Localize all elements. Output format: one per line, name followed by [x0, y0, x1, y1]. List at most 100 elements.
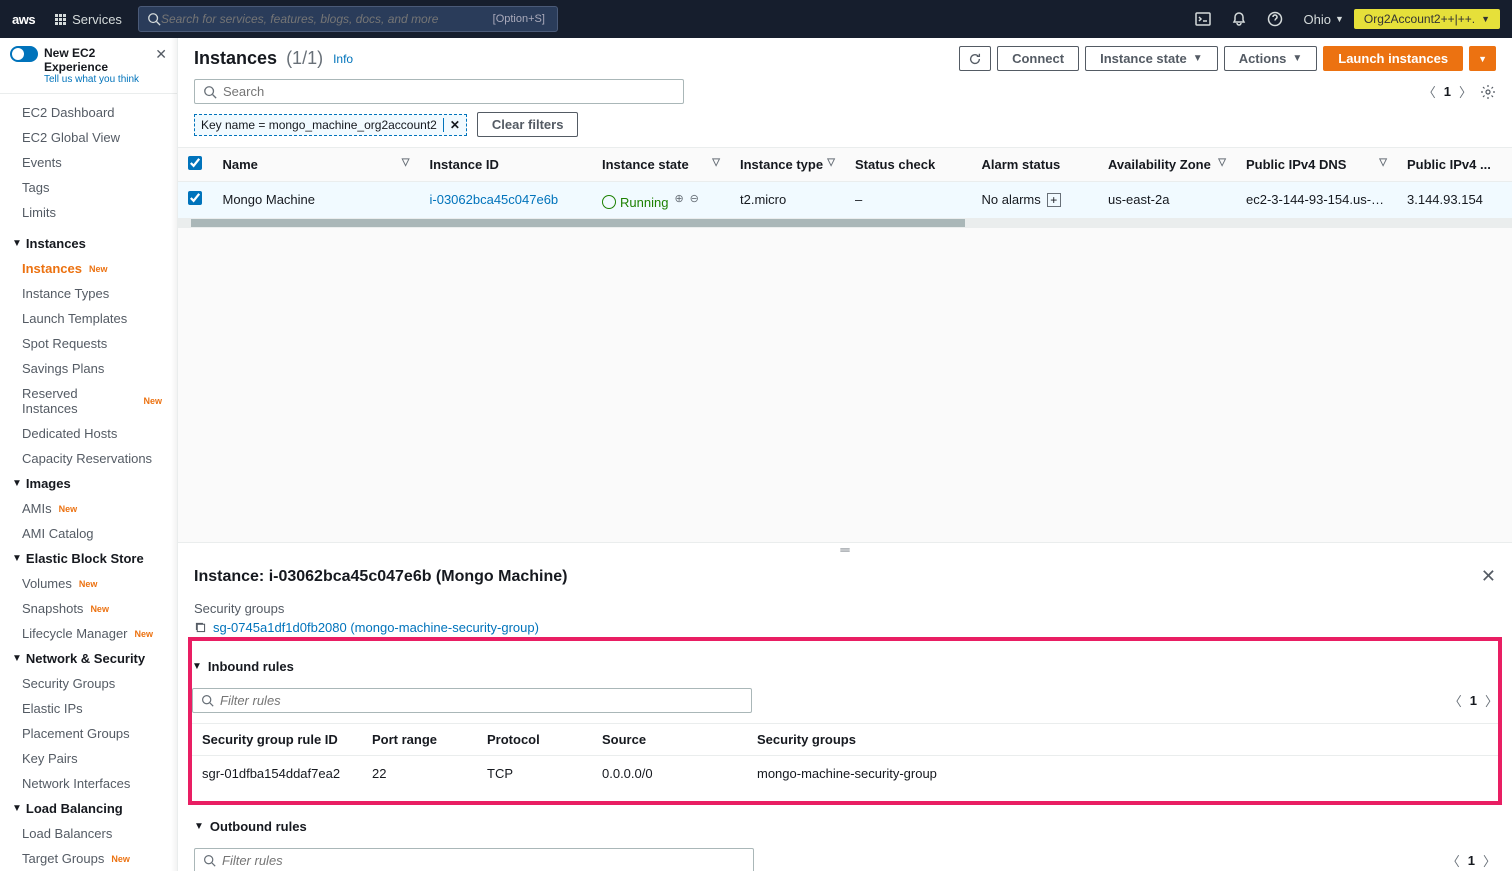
security-group-link[interactable]: sg-0745a1df1d0fb2080 (mongo-machine-secu…: [194, 620, 1496, 635]
next-page[interactable]: 〉: [1459, 82, 1472, 101]
connect-button[interactable]: Connect: [997, 46, 1079, 71]
actions-button[interactable]: Actions▼: [1224, 46, 1318, 71]
outbound-filter[interactable]: [194, 848, 754, 871]
instance-search[interactable]: [194, 79, 684, 104]
detail-title: Instance: i-03062bca45c047e6b (Mongo Mac…: [194, 568, 567, 586]
instance-search-input[interactable]: [223, 84, 675, 99]
cell-source: 0.0.0.0/0: [592, 756, 747, 792]
security-group-link-text: sg-0745a1df1d0fb2080 (mongo-machine-secu…: [213, 620, 539, 635]
sidebar-item[interactable]: Key Pairs: [0, 746, 177, 771]
col-instance-type[interactable]: Instance type: [740, 157, 823, 172]
next-page[interactable]: 〉: [1483, 851, 1496, 870]
account-menu[interactable]: Org2Account2++|++. ▼: [1354, 9, 1500, 29]
split-handle[interactable]: ═: [178, 542, 1512, 556]
outbound-rules-header[interactable]: ▼ Outbound rules: [194, 811, 1496, 842]
region-selector[interactable]: Ohio ▼: [1293, 12, 1353, 27]
notifications-icon[interactable]: [1221, 11, 1257, 27]
sidebar-group-header[interactable]: ▼Instances: [0, 231, 177, 256]
cloudshell-icon[interactable]: [1185, 11, 1221, 27]
col-az[interactable]: Availability Zone: [1108, 157, 1211, 172]
content-pane: Instances (1/1) Info Connect Instance st…: [178, 38, 1512, 871]
info-link[interactable]: Info: [333, 52, 353, 66]
col-alarm-status[interactable]: Alarm status: [982, 157, 1061, 172]
sidebar-item[interactable]: Events: [0, 150, 177, 175]
sidebar-item[interactable]: Savings Plans: [0, 356, 177, 381]
sidebar-group-header[interactable]: ▼Network & Security: [0, 646, 177, 671]
row-checkbox[interactable]: [188, 191, 202, 205]
new-experience-banner: New EC2 Experience Tell us what you thin…: [0, 38, 177, 94]
sidebar-item[interactable]: Security Groups: [0, 671, 177, 696]
next-page[interactable]: 〉: [1485, 691, 1498, 710]
inbound-rules-header[interactable]: ▼ Inbound rules: [192, 651, 1498, 682]
cell-alarm: No alarms: [982, 192, 1041, 207]
close-detail-icon[interactable]: ✕: [1481, 566, 1496, 587]
sidebar-item[interactable]: Tags: [0, 175, 177, 200]
inbound-filter-input[interactable]: [220, 693, 743, 708]
search-icon: [201, 694, 214, 707]
zoom-out-icon[interactable]: ⊖: [690, 193, 699, 205]
sidebar-item[interactable]: AMI Catalog: [0, 521, 177, 546]
close-icon[interactable]: ✕: [155, 46, 167, 63]
sidebar-item[interactable]: Limits: [0, 200, 177, 225]
sidebar-item[interactable]: Spot Requests: [0, 331, 177, 356]
cell-instance-id[interactable]: i-03062bca45c047e6b: [430, 192, 559, 207]
inbound-filter[interactable]: [192, 688, 752, 713]
sidebar-item[interactable]: Placement Groups: [0, 721, 177, 746]
prev-page[interactable]: 〈: [1423, 82, 1436, 101]
col-instance-id[interactable]: Instance ID: [430, 157, 499, 172]
cell-status: –: [845, 182, 972, 219]
select-all-checkbox[interactable]: [188, 156, 202, 170]
filter-tag[interactable]: Key name = mongo_machine_org2account2 ✕: [194, 114, 467, 136]
sidebar-item[interactable]: Dedicated Hosts: [0, 421, 177, 446]
sidebar-group-header[interactable]: ▼Load Balancing: [0, 796, 177, 821]
sidebar-item[interactable]: Network Interfaces: [0, 771, 177, 796]
col-ip[interactable]: Public IPv4 ...: [1407, 157, 1491, 172]
page-number: 1: [1470, 693, 1477, 708]
sidebar-item[interactable]: Elastic IPs: [0, 696, 177, 721]
inbound-rules-title: Inbound rules: [208, 659, 294, 674]
remove-filter-icon[interactable]: ✕: [443, 118, 460, 132]
col-status-check[interactable]: Status check: [855, 157, 935, 172]
sidebar-item[interactable]: Instance Types: [0, 281, 177, 306]
global-search[interactable]: [Option+S]: [138, 6, 558, 32]
sidebar-group-header[interactable]: ▼Images: [0, 471, 177, 496]
launch-instances-button[interactable]: Launch instances: [1323, 46, 1463, 71]
refresh-button[interactable]: [959, 46, 991, 71]
sidebar-group-header[interactable]: ▼Elastic Block Store: [0, 546, 177, 571]
sidebar-item[interactable]: SnapshotsNew: [0, 596, 177, 621]
col-instance-state[interactable]: Instance state: [602, 157, 689, 172]
zoom-in-icon[interactable]: ⊕: [674, 193, 683, 205]
settings-icon[interactable]: [1480, 84, 1496, 100]
sidebar-item[interactable]: EC2 Global View: [0, 125, 177, 150]
sidebar-item[interactable]: Reserved InstancesNew: [0, 381, 177, 421]
outbound-filter-input[interactable]: [222, 853, 745, 868]
sidebar-item[interactable]: AMIsNew: [0, 496, 177, 521]
launch-instances-dropdown[interactable]: ▼: [1469, 46, 1496, 71]
table-row[interactable]: Mongo Machine i-03062bca45c047e6b Runnin…: [178, 182, 1512, 219]
prev-page[interactable]: 〈: [1447, 851, 1460, 870]
sidebar-item[interactable]: Lifecycle ManagerNew: [0, 621, 177, 646]
add-alarm-icon[interactable]: +: [1047, 193, 1061, 207]
instance-state-button[interactable]: Instance state▼: [1085, 46, 1218, 71]
experience-feedback-link[interactable]: Tell us what you think: [44, 74, 155, 85]
sidebar-item[interactable]: Capacity Reservations: [0, 446, 177, 471]
global-search-input[interactable]: [161, 12, 489, 26]
col-dns[interactable]: Public IPv4 DNS: [1246, 157, 1346, 172]
outbound-rules-title: Outbound rules: [210, 819, 307, 834]
prev-page[interactable]: 〈: [1449, 691, 1462, 710]
sidebar-item[interactable]: InstancesNew: [0, 256, 177, 281]
experience-toggle[interactable]: [10, 46, 38, 62]
chevron-down-icon: ▼: [12, 553, 22, 564]
col-name[interactable]: Name: [223, 157, 258, 172]
sidebar-item[interactable]: EC2 Dashboard: [0, 100, 177, 125]
sidebar-item[interactable]: VolumesNew: [0, 571, 177, 596]
aws-logo[interactable]: aws: [12, 12, 35, 27]
sidebar-item[interactable]: Load Balancers: [0, 821, 177, 846]
help-icon[interactable]: [1257, 11, 1293, 27]
horizontal-scrollbar[interactable]: [178, 219, 1512, 227]
copy-icon[interactable]: [194, 621, 207, 634]
services-menu[interactable]: Services: [45, 12, 132, 27]
sidebar-item[interactable]: Launch Templates: [0, 306, 177, 331]
sidebar-item[interactable]: Target GroupsNew: [0, 846, 177, 871]
clear-filters-button[interactable]: Clear filters: [477, 112, 579, 137]
